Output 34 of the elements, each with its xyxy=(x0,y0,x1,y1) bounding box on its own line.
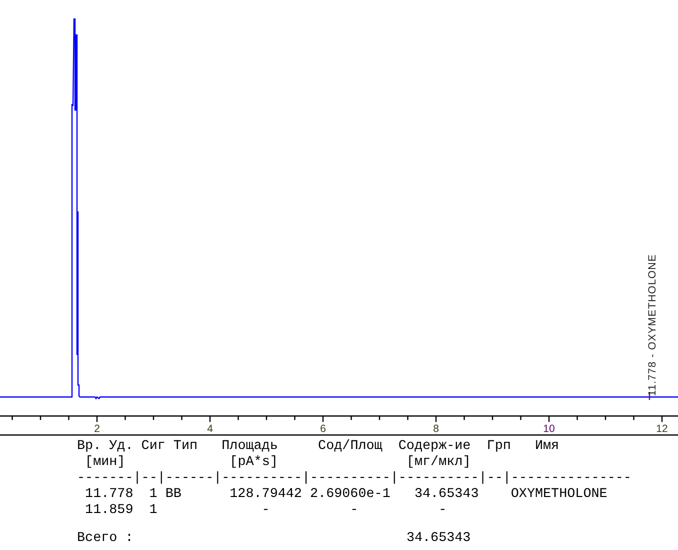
column-separator: -------|--|------|----------|----------|----------|--|--------------- xyxy=(77,471,632,487)
table-cell-text: 1 xyxy=(148,503,158,519)
column-header: Тип xyxy=(173,439,199,455)
table-cell-text: 34.65343 xyxy=(413,487,480,503)
tick-label: 10 xyxy=(543,423,555,435)
column-header: Вр. Уд. xyxy=(77,439,134,455)
tick-label: 2 xyxy=(94,423,100,435)
table-cell-text: 11.859 xyxy=(84,503,134,519)
table-cell-text: - xyxy=(349,503,360,519)
tick-label: 4 xyxy=(207,423,213,435)
table-cell-text: - xyxy=(260,503,271,519)
table-cell-text: 2.69060e-1 xyxy=(310,487,392,503)
column-header: Грп xyxy=(486,439,512,455)
peak-label: 11.778 - OXYMETHOLONE xyxy=(646,254,658,396)
table-cell-text: 128.79442 xyxy=(228,487,303,503)
table-cell-text: OXYMETHOLONE xyxy=(510,487,608,503)
tick-label: 8 xyxy=(433,423,439,435)
column-header: Содерж-ие xyxy=(398,439,472,455)
unit-label: [мин] xyxy=(85,455,126,471)
column-header: Имя xyxy=(534,439,560,455)
table-cell-text: 11.778 xyxy=(84,487,134,503)
tick-label: 6 xyxy=(320,423,326,435)
peak-marker xyxy=(648,392,650,400)
table-cell-text: BB xyxy=(165,487,182,503)
column-header: Сиг xyxy=(141,439,166,455)
column-header: Сод/Площ xyxy=(318,439,384,455)
unit-label: [мг/мкл] xyxy=(406,455,472,471)
total-value: 34.65343 xyxy=(405,531,472,547)
table-cell-text: - xyxy=(438,503,448,519)
unit-label: [pA*s] xyxy=(230,455,279,471)
total-label: Всего : xyxy=(77,531,134,547)
column-header: Площадь xyxy=(222,439,279,455)
tick-label: 12 xyxy=(656,423,668,435)
table-cell-text: 1 xyxy=(148,487,158,503)
